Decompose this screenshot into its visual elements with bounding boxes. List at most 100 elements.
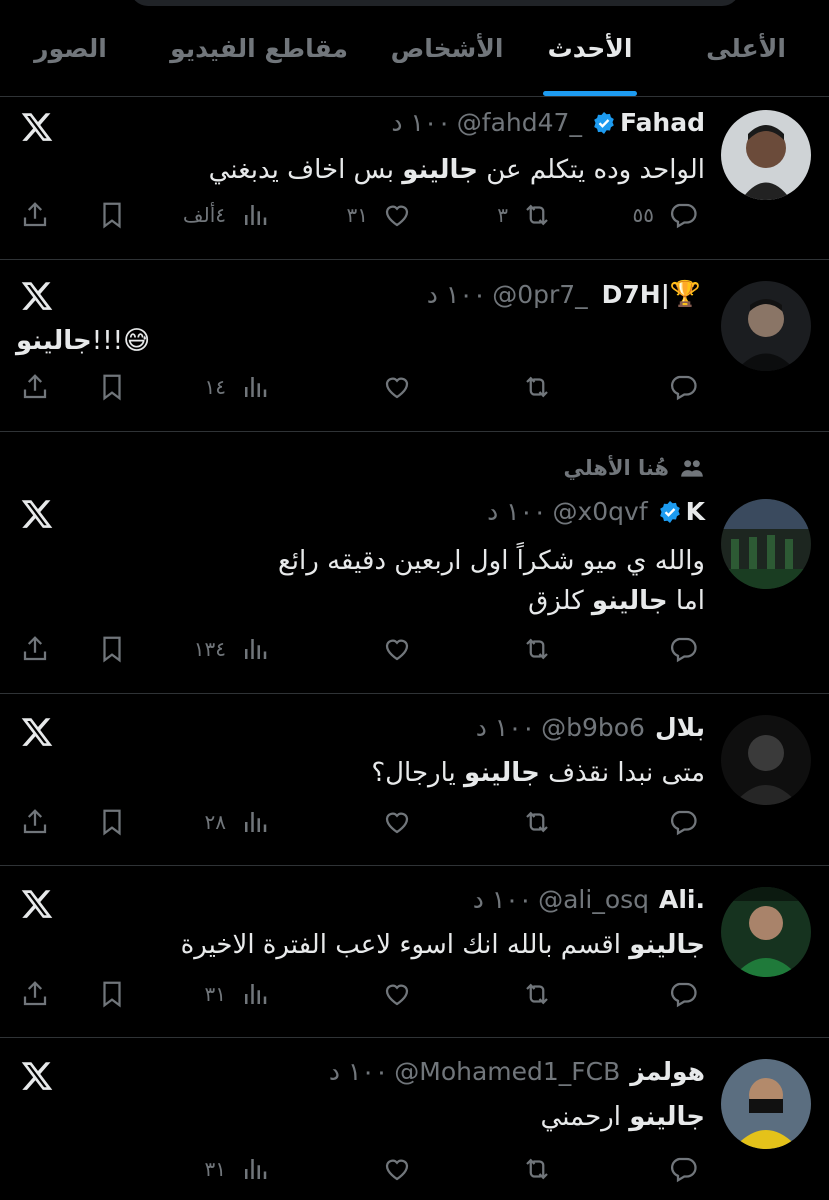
display-name[interactable]: هولمز [630,1057,705,1086]
bookmark-button[interactable] [97,372,127,402]
avatar[interactable] [721,715,811,805]
reply-button[interactable] [668,372,698,402]
handle[interactable]: @b9bo6 [541,713,645,742]
highlighted-term: جالينو [402,155,478,185]
x-logo-icon[interactable] [20,1059,54,1093]
share-icon [23,981,47,1006]
retweet-button[interactable]: ٣ [497,200,552,230]
retweet-button[interactable] [522,979,552,1009]
display-name[interactable]: D7H| [602,280,670,309]
reply-button[interactable] [668,1154,698,1184]
retweet-button[interactable] [522,634,552,664]
tweet-text: متى نبدا نقذف جالينو يارجال؟ [371,758,705,788]
handle[interactable]: @Mohamed1_FCB [394,1057,620,1086]
handle[interactable]: @fahd47_ [457,108,582,137]
retweet-icon [526,204,548,226]
bookmark-button[interactable] [97,807,127,837]
views-button[interactable]: ٣١ [205,979,270,1009]
tab-top[interactable]: الأعلى [663,0,829,96]
tab-photos[interactable]: الصور [0,0,141,96]
avatar[interactable] [721,499,811,589]
views-button[interactable]: ٢٨ [205,807,270,837]
avatar[interactable] [721,887,811,977]
like-button[interactable] [382,1154,412,1184]
handle[interactable]: @ali_osq [538,885,649,914]
timestamp[interactable]: ١٠٠ د [473,885,532,914]
share-button[interactable] [20,979,50,1009]
display-name[interactable]: بلال [655,713,705,742]
x-logo-icon[interactable] [20,497,54,531]
x-logo-icon[interactable] [20,887,54,921]
bookmark-button[interactable] [97,200,127,230]
share-button[interactable] [20,372,50,402]
display-name[interactable]: Ali. [659,885,705,914]
display-name[interactable]: K [686,497,705,526]
tweet[interactable]: هولمز @Mohamed1_FCB ١٠٠ د جالينو ارحمني … [0,1037,829,1200]
timestamp[interactable]: ١٠٠ د [487,497,546,526]
x-logo-icon[interactable] [20,279,54,313]
social-context[interactable]: هُنا الأهلي [563,455,705,481]
like-button[interactable] [382,634,412,664]
tab-latest[interactable]: الأحدث [517,0,663,96]
like-button[interactable]: ٣١ [347,200,412,230]
reply-button[interactable] [668,634,698,664]
highlighted-term: جالينو [591,586,668,616]
tweet-header: Fahad @fahd47_ ١٠٠ د [391,108,705,137]
avatar[interactable] [721,1059,811,1149]
retweet-button[interactable] [522,807,552,837]
views-button[interactable]: ١٣٤ [194,634,270,664]
tweet-text: جالينو ارحمني [540,1102,705,1132]
like-button[interactable] [382,372,412,402]
views-chart-icon [245,984,267,1004]
share-icon [23,374,47,399]
reply-button[interactable]: ٥٥ [633,200,698,230]
handle[interactable]: @0pr7_ [492,280,587,309]
reply-button[interactable] [668,979,698,1009]
share-icon [23,636,47,661]
views-button[interactable]: ٤ألف [183,200,270,230]
views-chart-icon [245,1159,267,1179]
tweet-header: 🏆 D7H| @0pr7_ ١٠٠ د [427,279,705,309]
retweet-button[interactable] [522,1154,552,1184]
tweet[interactable]: 🏆 D7H| @0pr7_ ١٠٠ د جالينو!!!😅 ١٤ [0,259,829,432]
handle[interactable]: @x0qvf [552,497,647,526]
avatar[interactable] [721,110,811,200]
heart-icon [385,639,409,661]
timestamp[interactable]: ١٠٠ د [427,280,486,309]
x-logo-icon[interactable] [20,715,54,749]
like-button[interactable] [382,807,412,837]
tweet[interactable]: هُنا الأهلي K @x0qvf ١٠٠ د والله ي ميو ش… [0,431,829,694]
share-button[interactable] [20,200,50,230]
display-name[interactable]: Fahad [620,108,705,137]
timestamp[interactable]: ١٠٠ د [391,108,450,137]
community-icon [681,460,703,477]
highlighted-term: جالينو [629,1102,705,1132]
share-button[interactable] [20,807,50,837]
reply-icon [671,375,697,401]
tweet-header: هولمز @Mohamed1_FCB ١٠٠ د [329,1057,705,1086]
timestamp[interactable]: ١٠٠ د [329,1057,388,1086]
tweet[interactable]: Fahad @fahd47_ ١٠٠ د الواحد وده يتكلم عن… [0,96,829,260]
bookmark-button[interactable] [97,979,127,1009]
x-logo-icon[interactable] [20,110,54,144]
bookmark-button[interactable] [97,634,127,664]
views-chart-icon [245,812,267,832]
tab-videos[interactable]: مقاطع الفيديو [141,0,377,96]
tweet[interactable]: Ali. @ali_osq ١٠٠ د جالينو اقسم بالله ان… [0,865,829,1038]
views-button[interactable]: ١٤ [205,372,270,402]
reply-icon [671,982,697,1008]
share-button[interactable] [20,634,50,664]
tab-people[interactable]: الأشخاص [377,0,517,96]
timestamp[interactable]: ١٠٠ د [476,713,535,742]
avatar[interactable] [721,281,811,371]
like-button[interactable] [382,979,412,1009]
view-count: ٣١ [204,982,226,1006]
reply-button[interactable] [668,807,698,837]
retweet-button[interactable] [522,372,552,402]
tweet[interactable]: بلال @b9bo6 ١٠٠ د متى نبدا نقذف جالينو ي… [0,693,829,866]
tweet-text: جالينو!!!😅 [16,326,151,356]
tweet-text: جالينو اقسم بالله انك اسوء لاعب الفترة ا… [180,930,705,960]
heart-icon [385,984,409,1006]
view-count: ٤ألف [182,203,226,227]
views-button[interactable]: ٣١ [205,1154,270,1184]
